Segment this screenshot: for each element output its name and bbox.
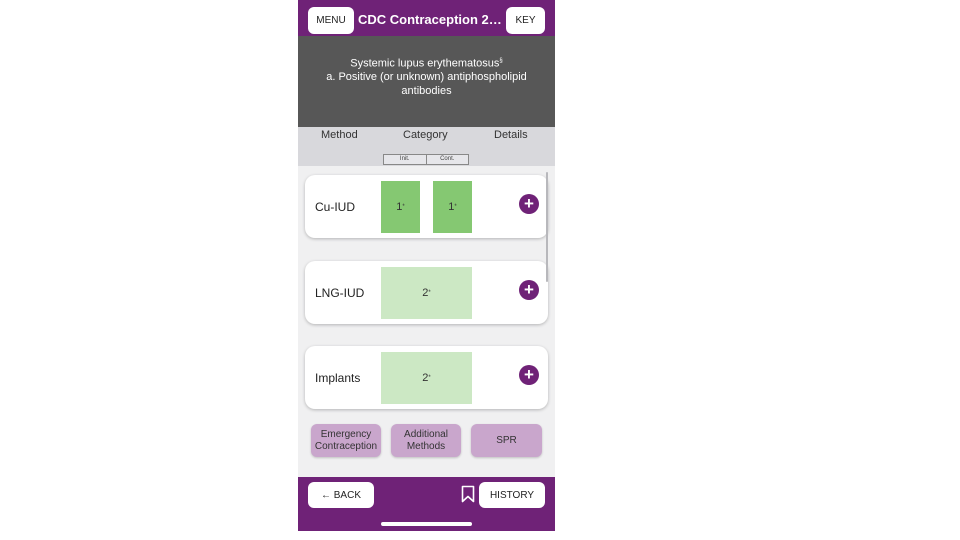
bottom-bar: ← BACK HISTORY bbox=[298, 477, 555, 531]
method-name: LNG-IUD bbox=[315, 286, 365, 300]
category-column-label: Category bbox=[403, 129, 448, 141]
method-row-implants[interactable]: Implants 2 * + bbox=[305, 346, 548, 409]
method-column-label: Method bbox=[321, 129, 358, 141]
condition-subtitle: a. Positive (or unknown) antiphospholipi… bbox=[326, 71, 527, 97]
method-name: Cu-IUD bbox=[315, 200, 356, 214]
method-row-cu-iud[interactable]: Cu-IUD 1 * 1 * + bbox=[305, 175, 548, 238]
initiation-label: Init. bbox=[399, 156, 410, 162]
method-name: Implants bbox=[315, 371, 361, 385]
app-screen: MENU CDC Contraception 20... KEY Systemi… bbox=[298, 0, 555, 531]
category-value: 2 * bbox=[381, 267, 472, 319]
category-continuation: 1 * bbox=[433, 181, 472, 233]
category-subtabs: Init. Cont. bbox=[383, 154, 469, 165]
plus-icon[interactable]: + bbox=[519, 365, 539, 385]
additional-methods-button[interactable]: Additional Methods bbox=[391, 424, 461, 457]
bookmark-icon[interactable] bbox=[461, 485, 475, 503]
spr-button[interactable]: SPR bbox=[471, 424, 542, 457]
condition-title: Systemic lupus erythematosus bbox=[350, 57, 500, 70]
condition-panel: Systemic lupus erythematosus§ a. Positiv… bbox=[298, 36, 555, 127]
method-row-lng-iud[interactable]: LNG-IUD 2 * + bbox=[305, 261, 548, 324]
plus-icon[interactable]: + bbox=[519, 194, 539, 214]
details-column-label: Details bbox=[494, 129, 528, 141]
app-title: CDC Contraception 20... bbox=[358, 12, 502, 27]
category-initiation: 1 * bbox=[381, 181, 420, 233]
key-button[interactable]: KEY bbox=[506, 7, 545, 34]
scrollbar[interactable] bbox=[546, 172, 548, 282]
back-button[interactable]: ← BACK bbox=[308, 482, 374, 508]
column-header: Method Category Details Init. Cont. bbox=[298, 127, 555, 166]
top-bar: MENU CDC Contraception 20... KEY bbox=[298, 0, 555, 36]
plus-icon[interactable]: + bbox=[519, 280, 539, 300]
condition-footnote-mark: § bbox=[499, 58, 503, 64]
category-value: 2 * bbox=[381, 352, 472, 404]
emergency-contraception-button[interactable]: Emergency Contraception bbox=[311, 424, 381, 457]
continuation-label: Cont. bbox=[425, 155, 469, 164]
home-indicator bbox=[381, 522, 472, 526]
history-button[interactable]: HISTORY bbox=[479, 482, 545, 508]
menu-button[interactable]: MENU bbox=[308, 7, 354, 34]
